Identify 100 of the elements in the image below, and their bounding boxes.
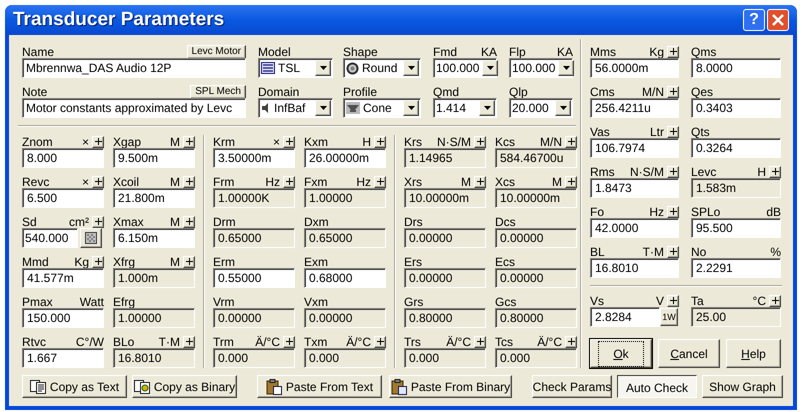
text-field[interactable]: Motor constants approximated by Levc [22,98,246,118]
value-field[interactable]: 0.00000 [404,268,486,288]
value-field[interactable]: 1.8473 [590,178,679,198]
plus-button[interactable] [565,136,577,148]
plus-button[interactable] [565,336,577,348]
plus-button[interactable] [667,86,679,98]
plus-button[interactable] [92,136,104,148]
plus-button[interactable] [183,216,195,228]
value-field[interactable]: 0.80000 [404,308,486,328]
toolbar-button[interactable]: Paste From Text [257,375,382,398]
text-field[interactable]: Mbrennwa_DAS Audio 12P [22,58,246,78]
toolbar-button[interactable]: Check Params [532,375,612,398]
dropdown[interactable]: TSL [258,58,333,78]
value-field[interactable]: 16.8010 [113,348,195,368]
value-field[interactable]: 2.2291 [691,258,781,278]
plus-button[interactable] [374,136,386,148]
value-field[interactable]: 1.00000 [113,308,195,328]
value-field[interactable]: 2.8284 [590,307,660,327]
value-field[interactable]: 0.80000 [495,308,577,328]
dropdown[interactable]: InfBaf [258,98,333,118]
dropdown[interactable]: Cone [343,98,421,118]
toolbar-button[interactable]: Copy as Text [22,375,127,398]
value-field[interactable]: 6.150m [113,228,195,248]
plus-button[interactable] [565,176,577,188]
plus-button[interactable] [183,336,195,348]
plus-button[interactable] [283,336,295,348]
value-field[interactable]: 0.000 [213,348,295,368]
one-watt-button[interactable]: 1W [660,308,678,326]
value-field[interactable]: 0.65000 [213,228,295,248]
plus-button[interactable] [92,256,104,268]
dropdown[interactable]: 100.000 [509,58,573,78]
toolbar-button[interactable]: Auto Check [617,375,697,398]
plus-button[interactable] [667,294,679,306]
toolbar-button[interactable]: Copy as Binary [132,375,237,398]
value-field[interactable]: 42.0000 [590,218,679,238]
area-button[interactable] [80,228,102,248]
value-field[interactable]: 16.8010 [590,258,679,278]
plus-button[interactable] [474,176,486,188]
dialog-button[interactable]: Cancel [658,339,720,368]
value-field[interactable]: 0.00000 [304,308,386,328]
plus-button[interactable] [474,336,486,348]
plus-button[interactable] [667,46,679,58]
dropdown[interactable]: 100.000 [433,58,497,78]
plus-button[interactable] [183,176,195,188]
plus-button[interactable] [374,176,386,188]
value-field[interactable]: 150.000 [22,308,104,328]
value-field[interactable]: 6.500 [22,188,104,208]
plus-button[interactable] [283,176,295,188]
dialog-button[interactable]: Help [726,339,781,368]
value-field[interactable]: 0.68000 [304,268,386,288]
value-field[interactable]: 1.667 [22,348,104,368]
value-field[interactable]: 0.000 [304,348,386,368]
value-field[interactable]: 0.00000 [213,308,295,328]
value-field[interactable]: 0.65000 [304,228,386,248]
toolbar-button[interactable]: Show Graph [702,375,783,398]
value-field[interactable]: 256.4211u [590,98,679,118]
value-field[interactable]: 1.00000K [213,188,295,208]
plus-button[interactable] [374,336,386,348]
value-field[interactable]: 56.0000m [590,58,679,78]
value-field[interactable]: 540.000 [22,228,78,248]
small-button[interactable]: SPL Mech [190,84,246,98]
plus-button[interactable] [92,216,104,228]
value-field[interactable]: 10.00000m [404,188,486,208]
value-field[interactable]: 0.3403 [691,98,781,118]
plus-button[interactable] [769,166,781,178]
plus-button[interactable] [667,206,679,218]
dialog-button[interactable]: Ok [590,339,652,368]
value-field[interactable]: 8.0000 [691,58,781,78]
value-field[interactable]: 0.00000 [404,228,486,248]
value-field[interactable]: 41.577m [22,268,104,288]
value-field[interactable]: 10.00000m [495,188,577,208]
value-field[interactable]: 0.000 [495,348,577,368]
value-field[interactable]: 1.14965 [404,148,486,168]
toolbar-button[interactable]: Paste From Binary [389,375,512,398]
value-field[interactable]: 1.00000 [304,188,386,208]
plus-button[interactable] [667,126,679,138]
value-field[interactable]: 0.00000 [495,268,577,288]
value-field[interactable]: 0.55000 [213,268,295,288]
close-button[interactable] [767,9,789,31]
plus-button[interactable] [183,256,195,268]
dropdown[interactable]: Round [343,58,421,78]
value-field[interactable]: 0.3264 [691,138,781,158]
value-field[interactable]: 0.000 [404,348,486,368]
value-field[interactable]: 26.00000m [304,148,386,168]
value-field[interactable]: 106.7974 [590,138,679,158]
value-field[interactable]: 0.00000 [495,228,577,248]
value-field[interactable]: 25.00 [691,307,781,327]
dropdown[interactable]: 20.000 [509,98,573,118]
value-field[interactable]: 1.583m [691,178,781,198]
plus-button[interactable] [283,136,295,148]
value-field[interactable]: 1.000m [113,268,195,288]
plus-button[interactable] [92,176,104,188]
small-button[interactable]: Levc Motor [186,44,246,58]
value-field[interactable]: 95.500 [691,218,781,238]
plus-button[interactable] [474,136,486,148]
plus-button[interactable] [183,136,195,148]
value-field[interactable]: 21.800m [113,188,195,208]
value-field[interactable]: 9.500m [113,148,195,168]
dropdown[interactable]: 1.414 [433,98,497,118]
help-button[interactable]: ? [743,9,765,31]
